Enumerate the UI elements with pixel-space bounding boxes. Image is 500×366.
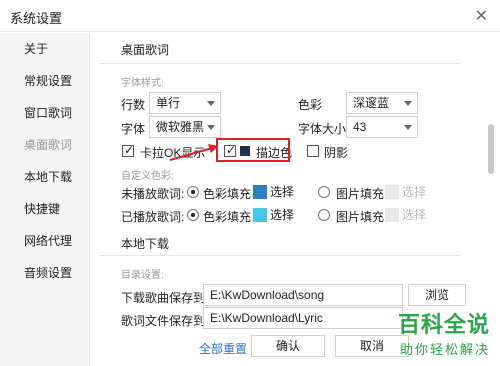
unplayed-label: 未播放歌词: [121, 187, 185, 201]
unplayed-image-fill-radio[interactable] [318, 186, 330, 198]
sidebar-item-audio[interactable]: 音频设置 [0, 257, 90, 289]
size-label: 字体大小 [298, 122, 347, 136]
sidebar-item-shortcuts[interactable]: 快捷键 [0, 193, 90, 225]
window-title: 系统设置 [10, 11, 63, 26]
sidebar-item-general[interactable]: 常规设置 [0, 65, 90, 97]
confirm-button[interactable]: 确认 [251, 335, 325, 357]
close-icon[interactable]: ✕ [475, 6, 488, 26]
image-swatch [385, 185, 399, 199]
section-title-desktop-lyrics: 桌面歌词 [121, 43, 170, 57]
color-label: 色彩 [298, 98, 323, 112]
red-arrow-icon [169, 144, 218, 161]
dir-heading: 目录设置: [121, 270, 164, 281]
section-divider [99, 63, 459, 64]
reset-all-link[interactable]: 全部重置 [199, 340, 247, 357]
chevron-down-icon [207, 125, 215, 130]
sidebar-item-window-lyrics[interactable]: 窗口歌词 [0, 97, 90, 129]
chevron-down-icon [404, 125, 412, 130]
check-icon: ✓ [124, 143, 135, 157]
watermark-title: 百科全说 [397, 312, 490, 337]
image-swatch [385, 208, 399, 222]
title-bar: 系统设置 ✕ [0, 0, 500, 32]
lyric-dir-label: 歌词文件保存到: [121, 314, 209, 328]
karaoke-checkbox[interactable]: ✓ [122, 143, 135, 157]
unplayed-color-fill-label: 色彩填充 [203, 187, 252, 201]
watermark-subtitle: 助你轻松解决 [399, 342, 490, 357]
custom-color-heading: 自定义色彩: [121, 171, 174, 182]
section-title-local-download: 本地下载 [121, 237, 170, 251]
size-select-value: 43 [353, 120, 367, 134]
color-swatch [253, 208, 267, 222]
select-button-label: 选择 [270, 208, 295, 222]
unplayed-color-fill-radio[interactable] [187, 186, 199, 198]
highlight-box [216, 138, 290, 162]
sidebar-item-desktop-lyrics[interactable]: 桌面歌词 [0, 129, 90, 161]
played-color-fill-radio[interactable] [187, 209, 199, 221]
lyric-dir-input[interactable]: E:\KwDownload\Lyric [203, 307, 403, 329]
select-button-label: 选择 [402, 208, 427, 222]
color-swatch [253, 185, 267, 199]
color-select[interactable]: 深邃蓝 [346, 92, 418, 114]
played-label: 已播放歌词: [121, 210, 185, 224]
section-divider [99, 255, 459, 256]
played-color-select-button[interactable]: 选择 [253, 206, 303, 224]
color-select-value: 深邃蓝 [353, 96, 390, 110]
font-select[interactable]: 微软雅黑 [149, 116, 221, 138]
shadow-label: 阴影 [324, 146, 349, 160]
select-button-label: 选择 [402, 185, 427, 199]
unplayed-image-select-button: 选择 [385, 183, 435, 201]
rows-select[interactable]: 单行 [149, 92, 221, 114]
browse-button[interactable]: 浏览 [408, 284, 466, 306]
watermark-logo: 百科全说 助你轻松解决 [398, 307, 490, 358]
sidebar-item-local-download[interactable]: 本地下载 [0, 161, 90, 193]
song-dir-input[interactable]: E:\KwDownload\song [203, 284, 403, 306]
sidebar-item-proxy[interactable]: 网络代理 [0, 225, 90, 257]
scrollbar-thumb[interactable] [488, 124, 494, 174]
font-label: 字体 [121, 122, 146, 136]
rows-label: 行数 [121, 98, 146, 112]
song-dir-label: 下载歌曲保存到: [121, 291, 209, 305]
sidebar-item-about[interactable]: 关于 [0, 33, 90, 65]
rows-select-value: 单行 [156, 96, 181, 110]
shadow-checkbox[interactable] [307, 145, 319, 157]
played-image-select-button: 选择 [385, 206, 435, 224]
played-image-fill-radio[interactable] [318, 209, 330, 221]
chevron-down-icon [404, 101, 412, 106]
played-color-fill-label: 色彩填充 [203, 210, 252, 224]
unplayed-color-select-button[interactable]: 选择 [253, 183, 303, 201]
font-style-heading: 字体样式: [121, 78, 164, 89]
unplayed-image-fill-label: 图片填充 [336, 187, 385, 201]
font-select-value: 微软雅黑 [156, 120, 205, 134]
played-image-fill-label: 图片填充 [336, 210, 385, 224]
chevron-down-icon [207, 101, 215, 106]
sidebar: 关于 常规设置 窗口歌词 桌面歌词 本地下载 快捷键 网络代理 音频设置 [0, 33, 90, 366]
select-button-label: 选择 [270, 185, 295, 199]
size-select[interactable]: 43 [346, 116, 418, 138]
